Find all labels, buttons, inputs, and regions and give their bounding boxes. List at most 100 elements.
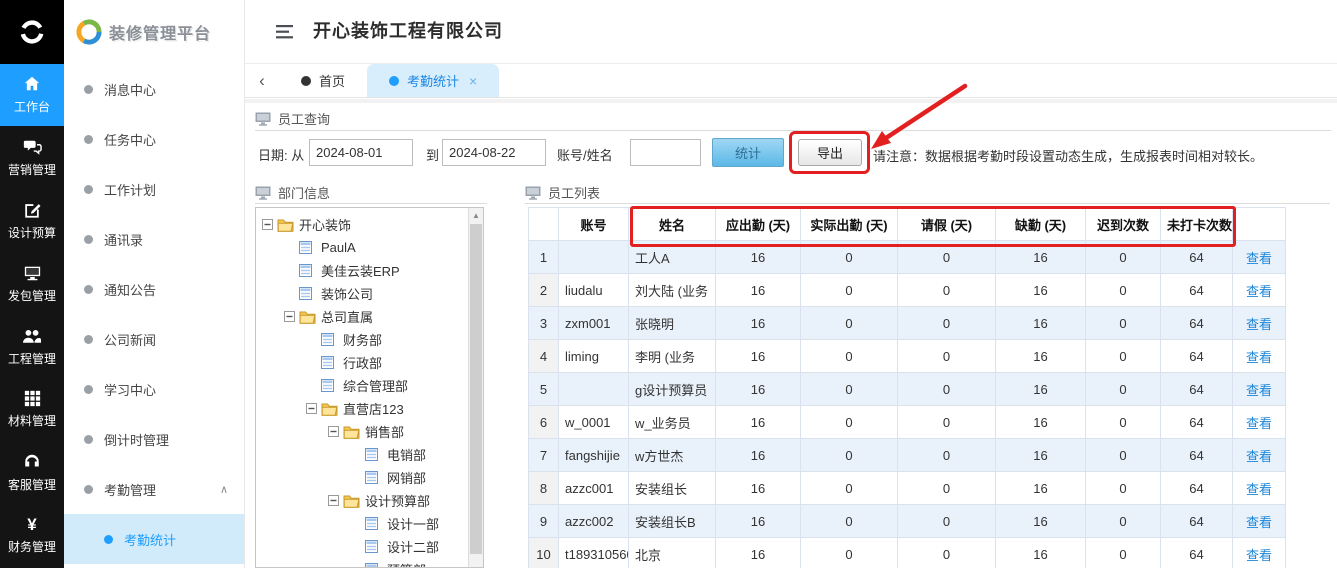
rail-item-workbench[interactable]: 工作台 <box>0 64 64 126</box>
date-to-input[interactable] <box>442 139 546 166</box>
sidebar-item-company-news[interactable]: 公司新闻 <box>64 314 244 364</box>
sidebar-item-label: 学习中心 <box>104 382 157 398</box>
sidebar-item-contacts[interactable]: 通讯录 <box>64 214 244 264</box>
rail-item-engineering[interactable]: 工程管理 <box>0 315 64 378</box>
tabs-back-button[interactable]: ‹ <box>245 64 279 97</box>
tree-node[interactable]: PaulA <box>256 236 483 259</box>
tree-node[interactable]: 综合管理部 <box>256 374 483 397</box>
cell-late-count: 0 <box>1085 339 1161 373</box>
tab-home[interactable]: 首页 <box>279 64 367 97</box>
collapse-expander-icon[interactable] <box>328 426 339 437</box>
tree-node[interactable]: 设计二部 <box>256 535 483 558</box>
view-link[interactable]: 查看 <box>1246 284 1272 299</box>
rail-item-contracting[interactable]: 发包管理 <box>0 252 64 315</box>
tree-node[interactable]: 设计预算部 <box>256 489 483 512</box>
tab-attendance-stats[interactable]: 考勤统计 × <box>367 64 500 97</box>
headset-icon <box>25 454 39 466</box>
rail-item-customer-service[interactable]: 客服管理 <box>0 441 64 504</box>
view-link[interactable]: 查看 <box>1246 449 1272 464</box>
sidebar-item-label: 工作计划 <box>104 182 157 198</box>
tree-node[interactable]: 直营店123 <box>256 397 483 420</box>
section-title-text: 部门信息 <box>278 186 331 201</box>
view-link[interactable]: 查看 <box>1246 548 1272 563</box>
sidebar-item-message-center[interactable]: 消息中心 <box>64 64 244 114</box>
sidebar-item-countdown[interactable]: 倒计时管理 <box>64 414 244 464</box>
cell-late-count: 0 <box>1085 537 1161 568</box>
sidebar-item-task-center[interactable]: 任务中心 <box>64 114 244 164</box>
tree-node[interactable]: 预算部 <box>256 558 483 567</box>
tree-node-icon-slot <box>277 218 294 232</box>
cell-account <box>558 372 629 406</box>
tab-bar: ‹ 首页 考勤统计 × <box>245 64 1337 98</box>
tree-node[interactable]: 销售部 <box>256 420 483 443</box>
department-sheet-icon <box>321 332 334 346</box>
cell-missed-count: 64 <box>1160 372 1233 406</box>
account-name-input[interactable] <box>630 139 701 166</box>
sidebar-item-announcements[interactable]: 通知公告 <box>64 264 244 314</box>
cell-absent-days: 16 <box>995 306 1086 340</box>
tree-node-icon-slot <box>365 516 382 531</box>
cell-missed-count: 64 <box>1160 273 1233 307</box>
view-link[interactable]: 查看 <box>1246 317 1272 332</box>
home-icon <box>24 76 40 91</box>
tree-node[interactable]: 美佳云装ERP <box>256 259 483 282</box>
rail-item-finance[interactable]: ¥ 财务管理 <box>0 504 64 567</box>
tree-node[interactable]: 财务部 <box>256 328 483 351</box>
close-tab-icon[interactable]: × <box>469 73 477 89</box>
collapse-expander-icon[interactable] <box>262 219 273 230</box>
col-header-num <box>528 207 559 241</box>
rail-item-design-budget[interactable]: 设计预算 <box>0 189 64 252</box>
tree-node[interactable]: 设计一部 <box>256 512 483 535</box>
sidebar-menu: 消息中心 任务中心 工作计划 通讯录 通知公告 公司新闻 学习中心 倒计时管理 … <box>64 64 244 564</box>
rail-item-marketing[interactable]: 营销管理 <box>0 126 64 189</box>
collapse-expander-icon[interactable] <box>328 495 339 506</box>
tree-scrollbar[interactable]: ▲ <box>468 208 483 567</box>
collapse-expander-icon[interactable] <box>284 311 295 322</box>
cell-name: 安装组长 <box>628 471 716 505</box>
view-link[interactable]: 查看 <box>1246 350 1272 365</box>
sidebar-item-work-plan[interactable]: 工作计划 <box>64 164 244 214</box>
tree-node-label: 直营店123 <box>343 402 404 417</box>
tree-node-label: 网销部 <box>387 471 427 486</box>
table-row: 8 azzc001 安装组长 16 0 0 16 0 64 查看 <box>528 471 1286 505</box>
collapse-expander-icon[interactable] <box>306 403 317 414</box>
to-label: 到 <box>426 148 440 163</box>
date-from-input[interactable] <box>309 139 413 166</box>
tree-node[interactable]: 行政部 <box>256 351 483 374</box>
rail-item-materials[interactable]: 材料管理 <box>0 378 64 441</box>
view-link[interactable]: 查看 <box>1246 416 1272 431</box>
cell-row-number: 1 <box>528 240 559 274</box>
tree-node-icon-slot <box>321 378 338 393</box>
bullet-dot-icon <box>84 184 93 194</box>
chevron-up-icon[interactable]: ∧ <box>220 483 228 496</box>
table-row: 4 liming 李明 (业务 16 0 0 16 0 64 查看 <box>528 339 1286 373</box>
scroll-up-icon[interactable]: ▲ <box>469 208 483 223</box>
sidebar-item-learning-center[interactable]: 学习中心 <box>64 364 244 414</box>
cell-missed-count: 64 <box>1160 405 1233 439</box>
app-logo[interactable] <box>0 0 64 64</box>
view-link[interactable]: 查看 <box>1246 251 1272 266</box>
export-button[interactable]: 导出 <box>798 139 862 166</box>
cell-missed-count: 64 <box>1160 306 1233 340</box>
sidebar-item-attendance-stats[interactable]: 考勤统计 <box>64 514 244 564</box>
sidebar-item-label: 考勤统计 <box>124 532 177 548</box>
cell-name: w方世杰 <box>628 438 716 472</box>
table-row: 3 zxm001 张晓明 16 0 0 16 0 64 查看 <box>528 306 1286 340</box>
tree-node[interactable]: 网销部 <box>256 466 483 489</box>
scrollbar-thumb[interactable] <box>470 224 482 554</box>
menu-fold-icon[interactable] <box>276 25 294 39</box>
bullet-dot-icon <box>84 234 93 244</box>
view-link[interactable]: 查看 <box>1246 515 1272 530</box>
tree-node[interactable]: 装饰公司 <box>256 282 483 305</box>
sidebar-group-attendance[interactable]: 考勤管理 ∧ <box>64 464 244 514</box>
cell-missed-count: 64 <box>1160 339 1233 373</box>
tree-node[interactable]: 开心装饰 <box>256 213 483 236</box>
tree-node[interactable]: 电销部 <box>256 443 483 466</box>
tree-list: 开心装饰 PaulA 美佳云装ERP 装饰公司 总司直属 财务部 行政部 综合管… <box>256 208 483 567</box>
rail-item-label: 财务管理 <box>7 539 56 554</box>
tree-node[interactable]: 总司直属 <box>256 305 483 328</box>
cell-late-count: 0 <box>1085 372 1161 406</box>
view-link[interactable]: 查看 <box>1246 383 1272 398</box>
statistics-button[interactable]: 统计 <box>712 138 784 167</box>
view-link[interactable]: 查看 <box>1246 482 1272 497</box>
